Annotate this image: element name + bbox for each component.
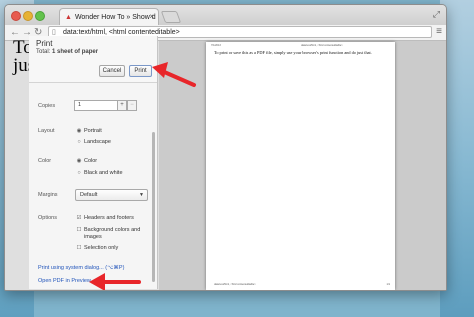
bw-option-label: Black and white [84,170,123,176]
preview-header-url: data:text/html, <html contenteditable> [301,44,343,47]
preview-header-date: 7/1/2013 [211,44,221,47]
margins-select[interactable]: Default ▼ [75,189,148,201]
dropdown-caret-icon: ▼ [139,192,144,198]
layout-label: Layout [38,128,55,134]
background-colors-label: Background colors and [84,227,141,233]
favicon-icon: ▲ [65,13,72,21]
landscape-label: Landscape [84,139,111,145]
color-label: Color [38,158,52,164]
checkbox-checked-icon: ☑ [76,215,82,221]
background-images-label: images [84,234,102,240]
total-value: 1 sheet of paper [52,49,99,55]
fullscreen-icon[interactable]: ⤢ [433,9,440,20]
portrait-label: Portrait [84,128,102,134]
headers-footers-label: Headers and footers [84,215,134,221]
preview-footer-url: data:text/html, <html contenteditable> [214,283,256,286]
print-title: Print [36,39,53,48]
browser-tab[interactable]: ▲ Wonder How To » Show d × [59,8,159,25]
print-total: Total: 1 sheet of paper [36,49,98,55]
margins-value: Default [80,192,98,198]
selection-only-checkbox[interactable]: ☐ Selection only [76,245,119,251]
address-text: data:text/html, <html contenteditable> [63,29,180,36]
tab-title: Wonder How To » Show d [74,13,156,21]
color-option-label: Color [84,158,98,164]
panel-scrollbar[interactable] [152,132,155,282]
checkbox-empty-icon: ☐ [76,245,82,251]
preview-page: 7/1/2013 data:text/html, <html contented… [206,42,395,290]
headers-footers-checkbox[interactable]: ☑ Headers and footers [76,215,134,221]
open-pdf-preview-link[interactable]: Open PDF in Preview [38,278,91,284]
print-panel-header: Print Total: 1 sheet of paper Cancel Pri… [29,36,157,83]
minimize-window-button[interactable] [23,11,33,21]
margins-label: Margins [38,192,58,198]
radio-selected-icon: ◉ [76,158,82,164]
preview-footer-page: 1/1 [386,283,390,286]
checkbox-empty-icon: ☐ [76,227,82,233]
menu-icon[interactable]: ≡ [436,26,442,37]
layout-landscape-radio[interactable]: ○ Landscape [76,139,111,145]
tab-close-icon[interactable]: × [149,12,154,21]
radio-selected-icon: ◉ [76,128,82,134]
annotation-arrow-open-pdf [89,273,141,290]
maximize-window-button[interactable] [35,11,45,21]
total-label: Total: [36,49,51,55]
new-tab-button[interactable] [160,11,182,23]
copies-input[interactable]: 1 [74,100,119,111]
color-color-radio[interactable]: ◉ Color [76,158,98,164]
selection-only-label: Selection only [84,245,119,251]
radio-empty-icon: ○ [77,170,81,176]
options-label: Options [38,215,57,221]
layout-portrait-radio[interactable]: ◉ Portrait [76,128,102,134]
copies-decrement-button[interactable]: − [127,100,137,111]
copies-label: Copies [38,103,56,109]
close-window-button[interactable] [11,11,21,21]
print-settings-panel: Print Total: 1 sheet of paper Cancel Pri… [29,36,158,289]
annotation-arrow-print [152,62,196,87]
background-colors-checkbox[interactable]: ☐ Background colors and [76,227,141,233]
copies-increment-button[interactable]: + [117,100,127,111]
preview-body-text: To print or save this as a PDF file, sim… [214,50,372,55]
cancel-button[interactable]: Cancel [99,65,125,77]
radio-empty-icon: ○ [77,139,81,145]
color-bw-radio[interactable]: ○ Black and white [76,170,123,176]
tab-strip: ▲ Wonder How To » Show d × ⤢ [5,5,446,25]
